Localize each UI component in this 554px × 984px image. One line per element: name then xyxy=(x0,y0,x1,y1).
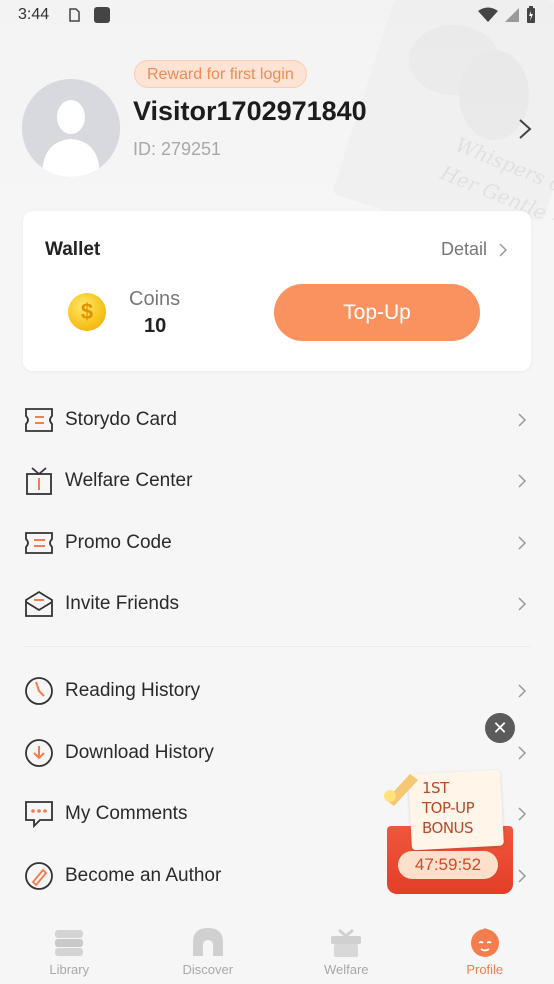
topup-button[interactable]: Top-Up xyxy=(274,284,480,341)
nav-label: Library xyxy=(49,962,90,977)
menu-label: Promo Code xyxy=(65,532,172,553)
welfare-icon xyxy=(331,928,362,957)
promo-title: 1ST TOP-UP BONUS xyxy=(422,778,475,838)
chevron-right-icon xyxy=(499,242,507,257)
wifi-icon xyxy=(478,7,498,22)
signal-icon xyxy=(505,8,519,22)
menu-label: Reading History xyxy=(65,680,201,701)
bottom-navigation: Library Discover Welfare Profile xyxy=(0,914,554,984)
chevron-right-icon xyxy=(518,597,527,611)
chevron-right-icon xyxy=(518,746,527,760)
promo-line-3: BONUS xyxy=(422,819,474,837)
nav-label: Discover xyxy=(182,962,234,977)
coins-value: 10 xyxy=(144,315,167,337)
wallet-card: Wallet Detail $ Coins 10 Top-Up xyxy=(23,211,531,371)
discover-icon xyxy=(192,928,223,956)
wallet-detail-label: Detail xyxy=(440,239,487,259)
sd-card-icon xyxy=(69,8,80,22)
chevron-right-icon xyxy=(518,474,527,488)
menu-label: My Comments xyxy=(65,803,188,824)
menu-item-promo-code[interactable]: Promo Code xyxy=(0,513,554,573)
gift-box-icon xyxy=(23,465,55,497)
ribbon-icon xyxy=(384,774,418,806)
envelope-icon xyxy=(23,588,55,620)
nav-item-profile[interactable]: Profile xyxy=(416,914,554,984)
status-time: 3:44 xyxy=(18,6,50,23)
nav-label: Profile xyxy=(466,962,504,977)
menu-label: Invite Friends xyxy=(65,593,180,614)
menu-item-reading-history[interactable]: Reading History xyxy=(0,661,554,721)
download-icon xyxy=(23,737,55,769)
promo-close-button[interactable]: ✕ xyxy=(485,713,515,743)
avatar[interactable] xyxy=(22,79,120,177)
comment-icon xyxy=(23,798,55,830)
menu-item-welfare-center[interactable]: Welfare Center xyxy=(0,451,554,511)
wallet-detail-link[interactable]: Detail xyxy=(441,239,507,260)
nav-item-welfare[interactable]: Welfare xyxy=(277,914,416,984)
clock-icon xyxy=(23,675,55,707)
wallet-title: Wallet xyxy=(45,239,101,260)
promo-timer: 47:59:52 xyxy=(398,851,498,879)
menu-label: Become an Author xyxy=(65,865,222,886)
notification-square-icon xyxy=(94,7,111,23)
nav-label: Welfare xyxy=(323,962,369,977)
reward-badge[interactable]: Reward for first login xyxy=(134,60,307,88)
pen-icon xyxy=(23,860,55,892)
chevron-right-icon xyxy=(518,413,527,427)
library-icon xyxy=(55,930,84,956)
card-icon xyxy=(23,404,55,436)
chevron-right-icon xyxy=(518,536,527,550)
chevron-right-icon xyxy=(518,684,527,698)
menu-item-invite-friends[interactable]: Invite Friends xyxy=(0,574,554,634)
nav-item-discover[interactable]: Discover xyxy=(139,914,278,984)
user-id: ID: 279251 xyxy=(133,139,222,159)
ticket-icon xyxy=(23,527,55,559)
username: Visitor1702971840 xyxy=(133,96,367,126)
status-bar: 3:44 xyxy=(0,0,554,30)
promo-line-2: TOP-UP xyxy=(422,799,475,817)
menu-label: Storydo Card xyxy=(65,409,177,430)
default-avatar-icon xyxy=(22,79,120,177)
menu-label: Welfare Center xyxy=(65,470,193,491)
chevron-right-icon[interactable] xyxy=(518,118,532,140)
coin-icon: $ xyxy=(68,293,106,331)
menu-label: Download History xyxy=(65,742,214,763)
profile-header[interactable]: Reward for first login Visitor1702971840… xyxy=(22,60,532,190)
profile-icon xyxy=(470,928,499,957)
coins-label: Coins xyxy=(129,288,181,310)
divider xyxy=(23,646,531,647)
first-topup-bonus-promo[interactable]: 1ST TOP-UP BONUS 47:59:52 xyxy=(380,760,520,900)
menu-item-storydo-card[interactable]: Storydo Card xyxy=(0,390,554,450)
battery-icon xyxy=(527,6,535,23)
nav-item-library[interactable]: Library xyxy=(0,914,139,984)
promo-line-1: 1ST xyxy=(422,779,449,797)
